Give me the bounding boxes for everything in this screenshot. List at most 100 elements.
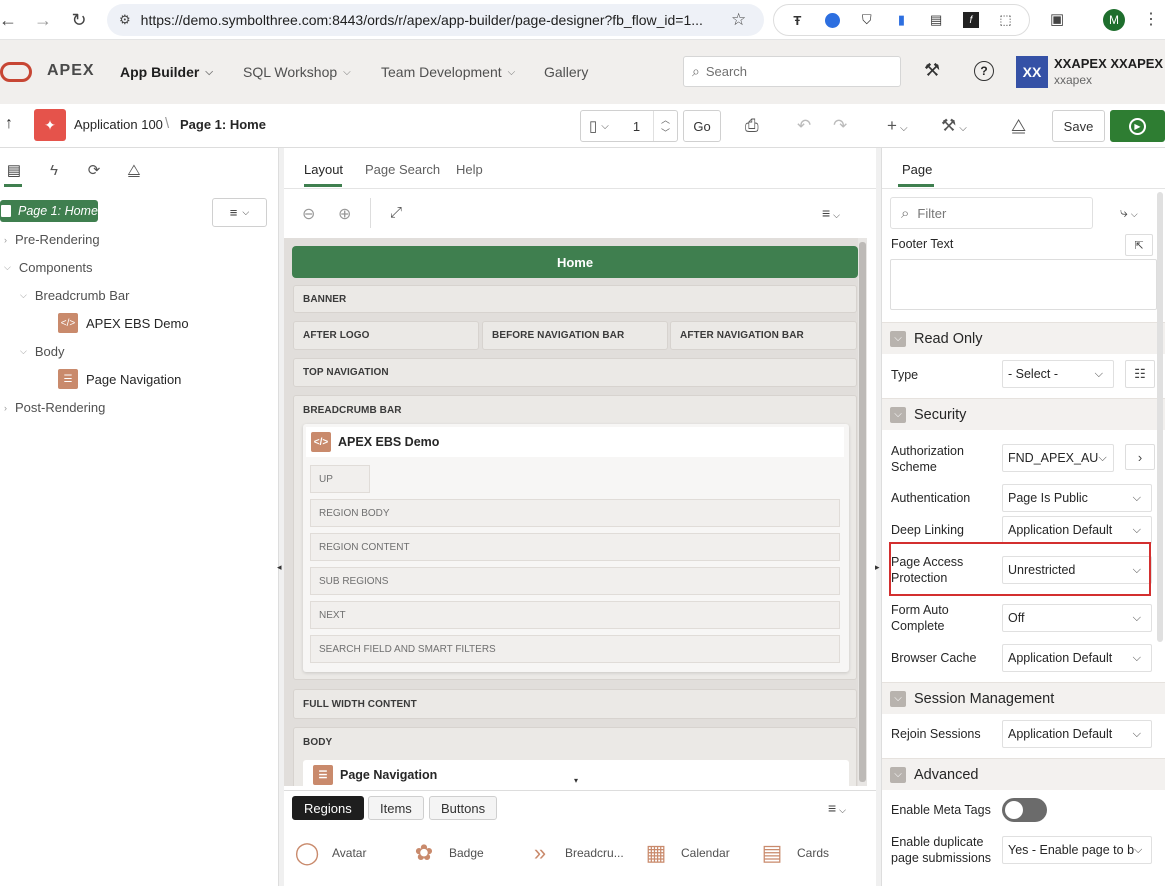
next-position[interactable]: NEXT	[310, 601, 840, 629]
document-extension-icon[interactable]: ▮	[891, 10, 911, 30]
section-read-only[interactable]: ⌵ Read Only	[882, 322, 1165, 354]
list-picker-icon[interactable]: ☷	[1125, 360, 1155, 388]
menu-app-builder[interactable]: App Builder ⌵	[120, 64, 213, 80]
page-stepper[interactable]: ︿ ﹀	[653, 111, 677, 141]
collapse-left-icon[interactable]: ◂	[277, 562, 282, 573]
section-session-management[interactable]: ⌵ Session Management	[882, 682, 1165, 714]
tree-post-rendering[interactable]: › Post-Rendering	[4, 400, 105, 415]
tab-buttons[interactable]: Buttons	[429, 796, 498, 820]
tree-pre-rendering[interactable]: › Pre-Rendering	[4, 232, 100, 247]
undo-icon[interactable]: ↶	[797, 116, 811, 136]
back-arrow-icon[interactable]: ←	[0, 8, 20, 32]
bookmark-star-icon[interactable]: ☆	[731, 10, 746, 30]
layout-canvas[interactable]: Home BANNER AFTER LOGO BEFORE NAVIGATION…	[284, 238, 867, 786]
reload-icon[interactable]: ↻	[67, 8, 91, 32]
page-selector[interactable]: ▯ ⌵ 1 ︿ ﹀	[580, 110, 678, 142]
zoom-out-icon[interactable]: ⊖	[302, 204, 315, 224]
address-bar[interactable]: ⚙ https://demo.symbolthree.com:8443/ords…	[107, 4, 764, 36]
zoom-in-icon[interactable]: ⊕	[338, 204, 351, 224]
banner-position[interactable]: BANNER	[293, 285, 857, 313]
help-icon[interactable]: ?	[974, 61, 994, 81]
site-settings-icon[interactable]: ⚙	[119, 12, 131, 28]
menu-gallery[interactable]: Gallery	[544, 64, 588, 80]
profile-avatar[interactable]: M	[1103, 9, 1125, 31]
expand-icon[interactable]: ⤢	[390, 204, 402, 221]
shield-extension-icon[interactable]: ⛉	[857, 10, 877, 30]
search-field-position[interactable]: SEARCH FIELD AND SMART FILTERS	[310, 635, 840, 663]
app-icon[interactable]: ✦	[34, 109, 66, 141]
function-extension-icon[interactable]: f	[961, 10, 981, 30]
oracle-logo-icon[interactable]	[0, 62, 32, 82]
shared-components-icon[interactable]: ⧋	[1011, 116, 1026, 136]
tree-root-page[interactable]: Page 1: Home	[0, 200, 98, 222]
calc-extension-icon[interactable]: ▤	[926, 10, 946, 30]
sub-regions-position[interactable]: SUB REGIONS	[310, 567, 840, 595]
global-search-input[interactable]: ⌕ Search	[683, 56, 901, 87]
meta-tags-toggle[interactable]	[1002, 798, 1047, 822]
extension-blue-circle-icon[interactable]	[822, 10, 842, 30]
tab-regions[interactable]: Regions	[292, 796, 364, 820]
footer-text-area[interactable]	[890, 259, 1157, 310]
lock-page-icon[interactable]: ⎙	[745, 116, 759, 136]
canvas-scrollbar[interactable]	[858, 238, 867, 786]
after-navigation-bar-position[interactable]: AFTER NAVIGATION BAR	[670, 321, 857, 350]
browser-menu-icon[interactable]: ⋮	[1143, 9, 1159, 29]
save-button[interactable]: Save	[1052, 110, 1105, 142]
dynamic-actions-tab-icon[interactable]: ϟ	[44, 160, 64, 180]
tab-help[interactable]: Help	[456, 162, 483, 177]
admin-wrench-user-icon[interactable]: ⚒	[924, 60, 940, 81]
tab-page[interactable]: Page	[902, 162, 932, 177]
tree-breadcrumb-bar[interactable]: ⌵ Breadcrumb Bar	[20, 288, 129, 303]
gallery-breadcrumb[interactable]: » Breadcru...	[525, 838, 624, 868]
property-scrollbar[interactable]	[1157, 192, 1163, 642]
rejoin-sessions-select[interactable]: Application Default ⌵	[1002, 720, 1152, 748]
section-security[interactable]: ⌵ Security	[882, 398, 1165, 430]
form-auto-complete-select[interactable]: Off ⌵	[1002, 604, 1152, 632]
duplicate-submissions-select[interactable]: Yes - Enable page to b ⌵	[1002, 836, 1152, 864]
gallery-menu-icon[interactable]: ≡ ⌵	[828, 800, 846, 816]
section-advanced[interactable]: ⌵ Advanced	[882, 758, 1165, 790]
go-button[interactable]: Go	[683, 110, 721, 142]
authorization-scheme-select[interactable]: FND_APEX_AU ⌵	[1002, 444, 1114, 472]
gallery-cards[interactable]: ▤ Cards	[757, 838, 829, 868]
reading-list-icon[interactable]: ▣	[1050, 10, 1064, 28]
up-position[interactable]: UP	[310, 465, 370, 493]
tree-components[interactable]: ⌵ Components	[4, 260, 93, 275]
breadcrumb-application[interactable]: Application 100	[74, 117, 163, 132]
chevron-right-icon[interactable]: ›	[1125, 444, 1155, 470]
apex-logo-text[interactable]: APEX	[47, 62, 95, 80]
authentication-select[interactable]: Page Is Public ⌵	[1002, 484, 1152, 512]
tab-items[interactable]: Items	[368, 796, 424, 820]
tree-page-navigation[interactable]: ☰ Page Navigation	[58, 369, 181, 389]
page-title-bar[interactable]: Home	[292, 246, 858, 278]
up-arrow-icon[interactable]: ↑	[5, 115, 13, 133]
utilities-wrench-icon[interactable]: ⚒ ⌵	[941, 116, 967, 136]
create-plus-icon[interactable]: + ⌵	[887, 116, 908, 136]
gallery-calendar[interactable]: ▦ Calendar	[641, 838, 730, 868]
filter-input[interactable]: ⌕ Filter	[890, 197, 1093, 229]
rendering-tab-icon[interactable]: ▤	[4, 160, 24, 180]
tree-body[interactable]: ⌵ Body	[20, 344, 64, 359]
collapse-gallery-icon[interactable]: ▾	[574, 776, 578, 785]
deep-linking-select[interactable]: Application Default ⌵	[1002, 516, 1152, 544]
user-name[interactable]: XXAPEX XXAPEX	[1054, 56, 1163, 71]
region-content-position[interactable]: REGION CONTENT	[310, 533, 840, 561]
gallery-badge[interactable]: ✿ Badge	[409, 838, 484, 868]
browser-cache-select[interactable]: Application Default ⌵	[1002, 644, 1152, 672]
apex-ebs-demo-region[interactable]: </> APEX EBS Demo UP REGION BODY REGION …	[303, 424, 849, 672]
menu-team-development[interactable]: Team Development ⌵	[381, 64, 515, 80]
run-page-button[interactable]: ▶	[1110, 110, 1165, 142]
puzzle-extensions-icon[interactable]: ⬚	[996, 10, 1016, 30]
page-number-input[interactable]: 1	[633, 119, 640, 134]
tab-layout[interactable]: Layout	[304, 162, 343, 177]
expand-editor-icon[interactable]: ⇱	[1125, 234, 1153, 256]
forward-arrow-icon[interactable]: →	[31, 8, 55, 32]
user-avatar[interactable]: XX	[1016, 56, 1048, 88]
after-logo-position[interactable]: AFTER LOGO	[293, 321, 479, 350]
full-width-content-position[interactable]: FULL WIDTH CONTENT	[293, 689, 857, 719]
processing-tab-icon[interactable]: ⟳	[84, 160, 104, 180]
tab-page-search[interactable]: Page Search	[365, 162, 440, 177]
shared-components-tab-icon[interactable]: ⧋	[124, 160, 144, 180]
tree-menu-button[interactable]: ≡ ⌵	[212, 198, 267, 227]
collapse-right-icon[interactable]: ▸	[875, 562, 880, 573]
